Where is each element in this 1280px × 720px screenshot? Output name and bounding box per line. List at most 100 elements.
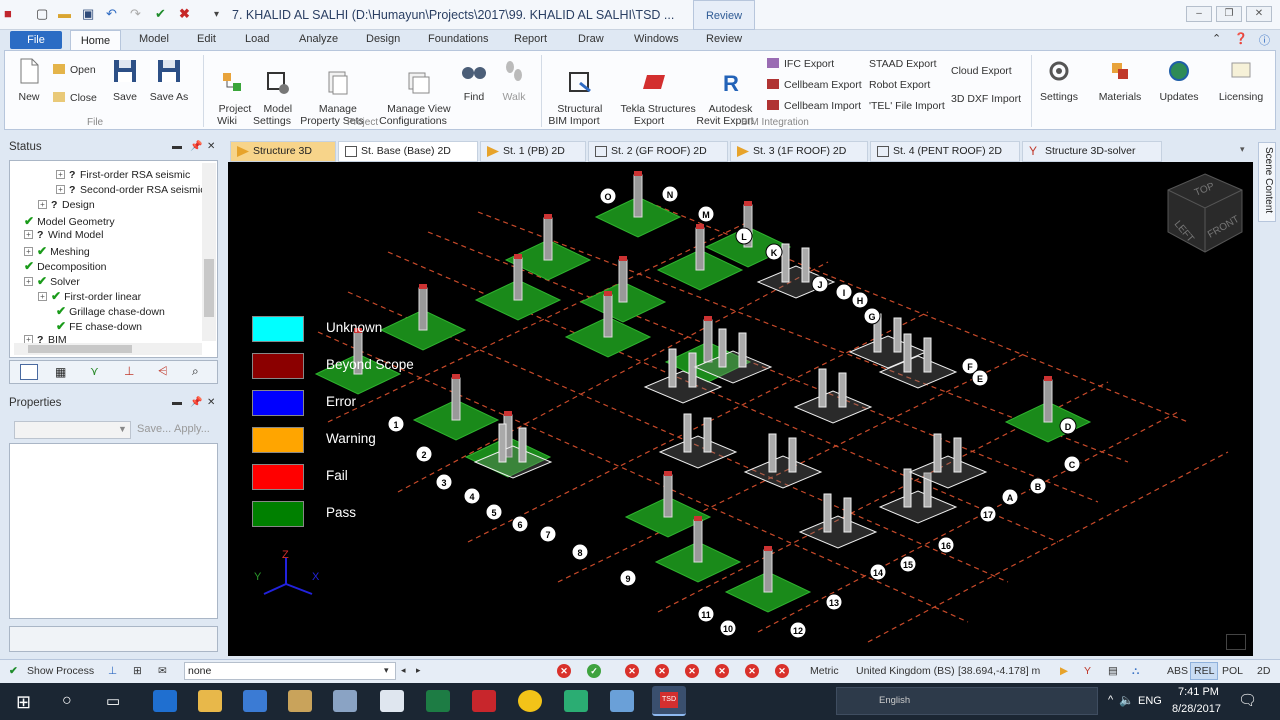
walk-mode-icon[interactable]: ⛬ — [1132, 665, 1139, 678]
manage-view-configs-button[interactable]: Manage View Configurations — [373, 57, 453, 139]
tab-st-2[interactable]: St. 2 (GF ROOF) 2D — [588, 141, 728, 162]
save-button[interactable]: Save — [109, 57, 141, 103]
autocad-icon[interactable] — [472, 690, 496, 712]
load-tool-icon[interactable]: ⊥ — [124, 364, 134, 378]
scene-content-side-tab[interactable]: Scene Content — [1258, 142, 1276, 222]
walk-button[interactable]: Walk — [499, 57, 529, 103]
check-icon[interactable]: ✔ — [155, 6, 166, 22]
status-tree-item[interactable]: ✔ FE chase-down — [56, 319, 142, 334]
maps-icon[interactable] — [564, 690, 588, 712]
clock-time[interactable]: 7:41 PM — [1178, 686, 1219, 698]
store-icon[interactable] — [243, 690, 267, 712]
open-folder-icon[interactable]: ▬ — [58, 6, 71, 21]
pin-icon[interactable]: 📌 — [190, 397, 202, 408]
tree-hscrollbar-thumb[interactable] — [28, 345, 132, 353]
pol-toggle[interactable]: POL — [1222, 665, 1243, 677]
mode-2d-toggle[interactable]: 2D — [1257, 665, 1270, 677]
panel-close-icon[interactable]: ✕ — [207, 397, 215, 408]
close-red-icon[interactable]: ✖ — [179, 6, 190, 22]
next-icon[interactable]: ▸ — [416, 665, 421, 676]
fail-filter-icon[interactable]: ✕ — [775, 664, 789, 678]
updates-button[interactable]: Updates — [1155, 57, 1203, 103]
fail-filter-icon[interactable]: ✕ — [655, 664, 669, 678]
expand-icon[interactable]: + — [24, 335, 33, 343]
tab-analyze[interactable]: Analyze — [299, 33, 338, 45]
tab-review[interactable]: Review — [706, 33, 742, 45]
status-tree-item[interactable]: ✔ Model Geometry — [24, 214, 115, 229]
zoom-tool-icon[interactable]: ⌕ — [192, 364, 199, 379]
grid-snap-icon[interactable]: ⊞ — [133, 665, 142, 677]
apply-properties-button[interactable]: Apply... — [174, 423, 210, 435]
status-tree-item[interactable]: +? Design — [38, 199, 95, 214]
cellbeam-import-button[interactable]: Cellbeam Import — [767, 100, 861, 112]
tab-edit[interactable]: Edit — [197, 33, 216, 45]
save-icon[interactable]: ▣ — [82, 6, 94, 22]
find-button[interactable]: Find — [457, 57, 491, 103]
tel-file-import-button[interactable]: 'TEL' File Import — [869, 100, 945, 112]
status-tree-item[interactable]: + ✔ Meshing — [24, 244, 90, 259]
status-tree-item[interactable]: + ✔ Solver — [24, 274, 80, 289]
expand-icon[interactable]: + — [56, 185, 65, 194]
viewport-corner-icon[interactable] — [1226, 634, 1246, 650]
tab-windows[interactable]: Windows — [634, 33, 679, 45]
expand-icon[interactable]: + — [24, 230, 33, 239]
expand-icon[interactable]: + — [38, 200, 47, 209]
help-icon[interactable]: ❓ — [1234, 32, 1248, 45]
node-tool-icon[interactable]: ⋎ — [90, 364, 99, 378]
tree-scrollbar[interactable] — [202, 163, 216, 341]
message-icon[interactable]: ✉ — [158, 665, 167, 677]
about-icon[interactable]: ⓘ — [1259, 32, 1270, 48]
close-window-button[interactable]: ✕ — [1246, 6, 1272, 22]
solver-icon[interactable]: Y — [1084, 665, 1091, 677]
3d-viewport[interactable]: O N M L K J I H G F E D C B A 17 16 15 14 13 12 11 10 9 8 7 6 5 4 3 2 1… — [228, 162, 1253, 656]
minimize-button[interactable]: – — [1186, 6, 1212, 22]
panel-menu-icon[interactable]: ▬ — [172, 141, 182, 152]
snipping-tool-icon[interactable] — [333, 690, 357, 712]
error-filter-icon[interactable]: ✕ — [557, 664, 571, 678]
expand-icon[interactable]: + — [56, 170, 65, 179]
tab-foundations[interactable]: Foundations — [428, 33, 489, 45]
structure-icon[interactable]: ▶ — [1060, 665, 1068, 677]
fail-filter-icon[interactable]: ✕ — [685, 664, 699, 678]
review-context-tab[interactable]: Review — [693, 0, 755, 30]
status-tree-item[interactable]: ✔ Grillage chase-down — [56, 304, 165, 319]
tab-st-4[interactable]: St. 4 (PENT ROOF) 2D — [870, 141, 1020, 162]
file-explorer-icon[interactable] — [198, 690, 222, 712]
open-button[interactable]: Open — [53, 64, 96, 76]
combo-dropdown-icon[interactable]: ▾ — [384, 665, 389, 676]
tray-chevron-icon[interactable]: ^ — [1108, 694, 1113, 706]
status-tree-item[interactable]: ✔ Decomposition — [24, 259, 107, 274]
edge-icon[interactable] — [153, 690, 177, 712]
rel-toggle[interactable]: REL — [1190, 662, 1219, 680]
tab-st-3[interactable]: St. 3 (1F ROOF) 2D — [730, 141, 868, 162]
save-as-button[interactable]: Save As — [149, 57, 189, 103]
show-process-check-icon[interactable]: ✔ — [9, 665, 18, 677]
input-language[interactable]: English — [879, 695, 910, 706]
settings-button[interactable]: Settings — [1035, 57, 1083, 103]
tab-st-base[interactable]: St. Base (Base) 2D — [338, 141, 478, 162]
redo-icon[interactable]: ↷ — [130, 6, 141, 22]
status-tree-item[interactable]: +? Second-order RSA seismic — [56, 184, 202, 199]
chrome-icon[interactable] — [518, 690, 542, 712]
fail-filter-icon[interactable]: ✕ — [715, 664, 729, 678]
task-view-icon[interactable]: ▭ — [106, 692, 120, 710]
properties-combo[interactable]: ▼ — [14, 421, 131, 439]
status-tree-item[interactable]: +? BIM — [24, 334, 67, 343]
tekla-export-button[interactable]: Tekla Structures Export — [609, 57, 696, 139]
status-tree-item[interactable]: +? Wind Model — [24, 229, 103, 244]
language-indicator[interactable]: ENG — [1138, 695, 1162, 707]
project-wiki-button[interactable]: Project Wiki — [207, 57, 251, 139]
prev-icon[interactable]: ◂ — [401, 665, 406, 676]
materials-button[interactable]: Materials — [1095, 57, 1145, 103]
tab-structure-3d-solver[interactable]: Y Structure 3D-solver — [1022, 141, 1162, 162]
status-tree-item[interactable]: +? First-order RSA seismic — [56, 169, 190, 184]
close-button[interactable]: Close — [53, 92, 97, 104]
status-tree-item[interactable]: + ✔ First-order linear — [38, 289, 141, 304]
show-process-toggle[interactable]: Show Process — [27, 665, 94, 677]
save-properties-button[interactable]: Save... — [137, 423, 171, 435]
app-icon[interactable] — [610, 690, 634, 712]
panel-menu-icon[interactable]: ▬ — [172, 397, 182, 408]
pin-icon[interactable]: 📌 — [190, 141, 202, 152]
undo-icon[interactable]: ↶ — [106, 6, 117, 22]
tab-design[interactable]: Design — [366, 33, 400, 45]
